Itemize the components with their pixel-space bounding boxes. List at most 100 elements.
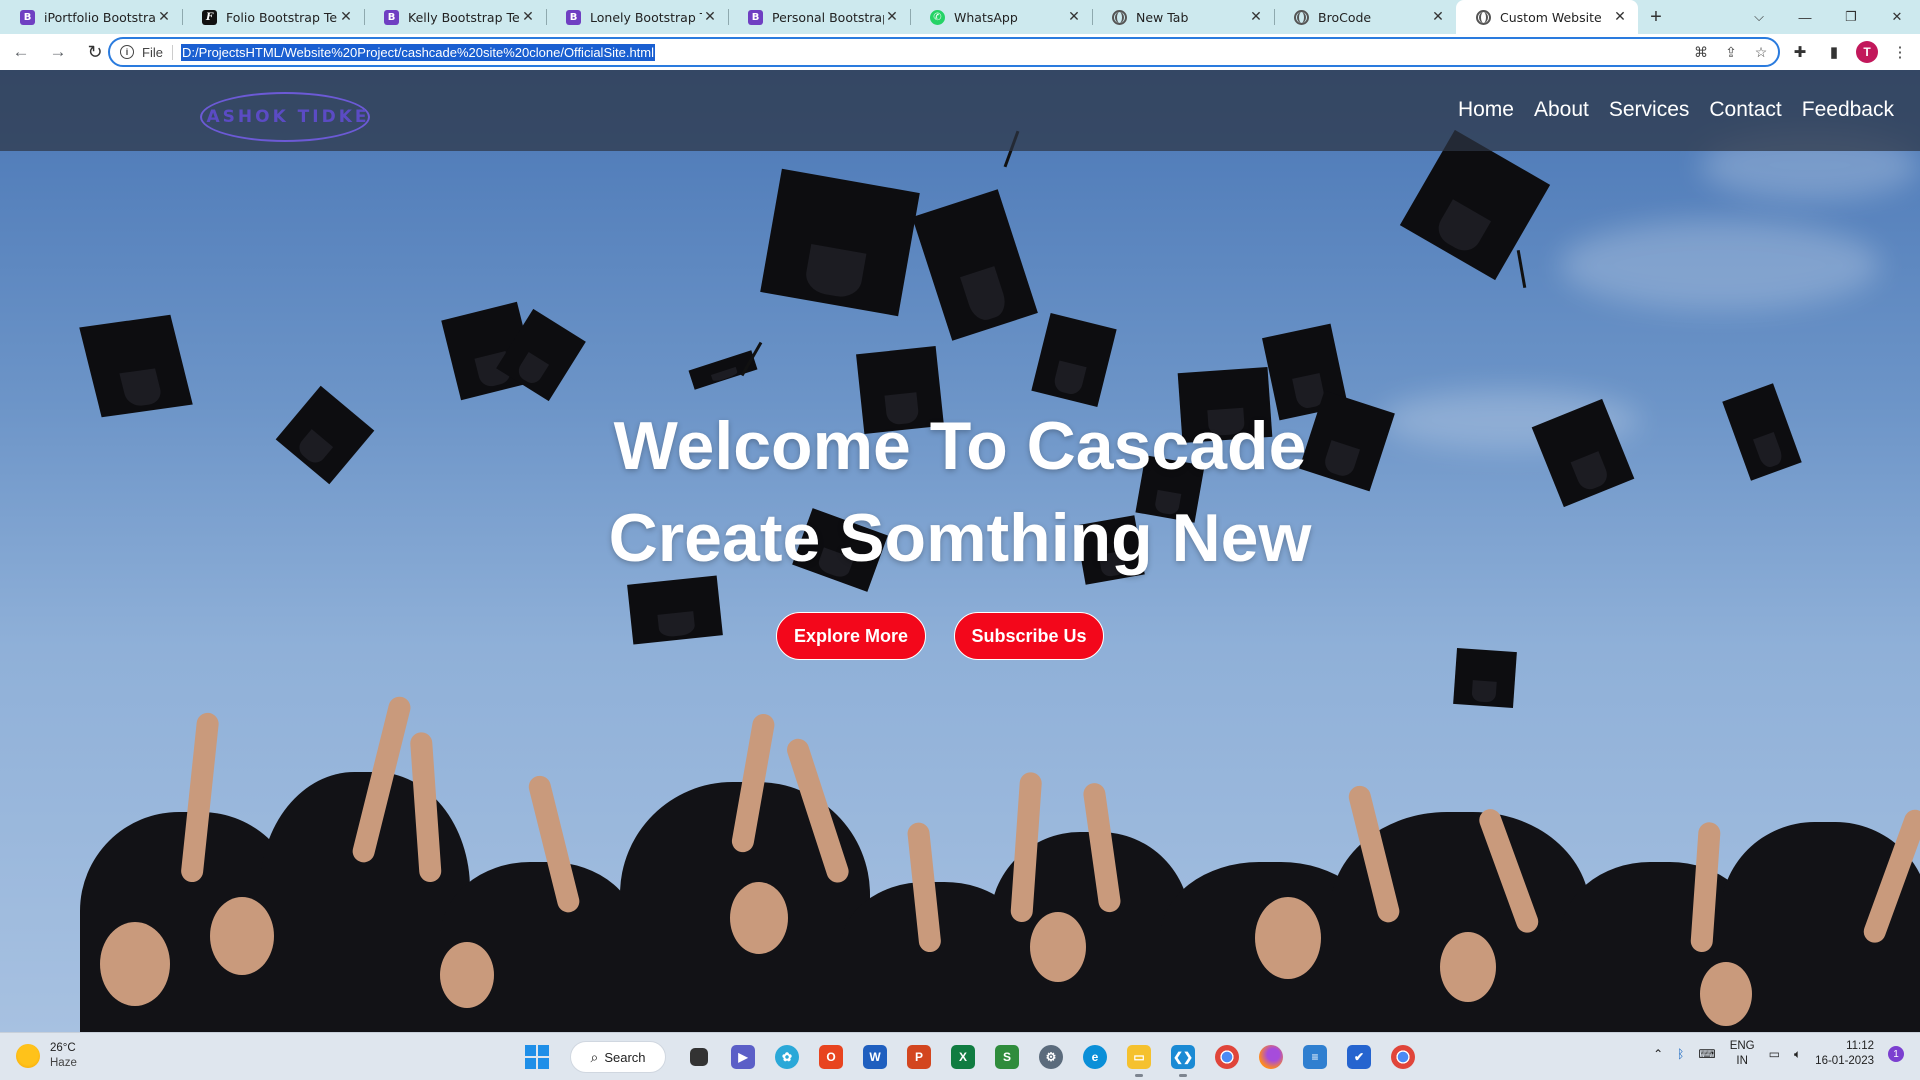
sublime-button[interactable]: S [988, 1039, 1026, 1075]
explore-more-button[interactable]: Explore More [776, 612, 926, 660]
todo-icon: ✔ [1347, 1045, 1371, 1069]
settings-button[interactable]: ⚙ [1032, 1039, 1070, 1075]
browser-toolbar: ← → ↻ i File D:/ProjectsHTML/Website%20P… [0, 34, 1920, 70]
file-explorer-button[interactable]: ▭ [1120, 1039, 1158, 1077]
info-icon[interactable]: i [120, 45, 134, 59]
office-icon: O [819, 1045, 843, 1069]
new-tab-button[interactable]: + [1638, 0, 1674, 34]
clock[interactable]: 11:12 16-01-2023 [1815, 1039, 1874, 1069]
vscode-button[interactable]: ❮❯ [1164, 1039, 1202, 1077]
tab-title: Custom Website [1500, 9, 1602, 25]
nav-link-contact[interactable]: Contact [1709, 98, 1781, 122]
search-icon: ⌕ [590, 1048, 599, 1065]
nav-link-feedback[interactable]: Feedback [1802, 98, 1894, 122]
close-icon[interactable]: ✕ [884, 9, 900, 25]
language-indicator[interactable]: ENG IN [1730, 1039, 1755, 1069]
weather-widget[interactable]: 26°C Haze [16, 1041, 77, 1071]
folio-icon: F [202, 9, 217, 25]
chrome-alt-button[interactable] [1384, 1039, 1422, 1075]
word-button[interactable]: W [856, 1039, 894, 1075]
settings-icon: ⚙ [1039, 1045, 1063, 1069]
clock-time: 11:12 [1846, 1040, 1874, 1052]
address-bar[interactable]: i File D:/ProjectsHTML/Website%20Project… [108, 37, 1780, 67]
tab-title: BroCode [1318, 9, 1372, 25]
browser-tab[interactable]: BroCode ✕ [1274, 0, 1456, 34]
chevron-up-icon[interactable]: ⌃ [1653, 1047, 1663, 1061]
task-view-button[interactable] [680, 1039, 718, 1075]
teams-button[interactable]: ▶ [724, 1039, 762, 1075]
firefox-button[interactable] [1252, 1039, 1290, 1075]
browser-tab[interactable]: ✆ WhatsApp ✕ [910, 0, 1092, 34]
hero-heading: Welcome To Cascade Create Somthing New [0, 400, 1920, 584]
language-code: ENG [1729, 1040, 1755, 1052]
close-icon[interactable]: ✕ [1612, 9, 1628, 25]
minimize-button[interactable]: — [1782, 0, 1828, 34]
scheme-label: File [142, 44, 173, 60]
close-icon[interactable]: ✕ [1066, 9, 1082, 25]
tab-title: iPortfolio Bootstrap Te [44, 9, 156, 25]
close-icon[interactable]: ✕ [1430, 9, 1446, 25]
graduates-crowd [0, 672, 1920, 1032]
close-icon[interactable]: ✕ [520, 9, 536, 25]
site-navbar: ASHOK TIDKE Home About Services Contact … [0, 70, 1920, 151]
notification-badge[interactable]: 1 [1888, 1046, 1904, 1062]
vscode-icon: ❮❯ [1171, 1045, 1195, 1069]
bluetooth-icon[interactable]: ᛒ [1677, 1047, 1684, 1061]
site-logo[interactable]: ASHOK TIDKE [170, 92, 406, 142]
browser-tab[interactable]: B Personal Bootstrap Te✕ [728, 0, 910, 34]
back-button[interactable]: ← [5, 36, 37, 68]
share-icon[interactable]: ⇪ [1722, 43, 1740, 61]
close-icon[interactable]: ✕ [1248, 9, 1264, 25]
browser-tab-strip: BiPortfolio Bootstrap Te✕ FFolio Bootstr… [0, 0, 1920, 34]
reload-button[interactable]: ↻ [79, 36, 111, 68]
edge-button[interactable]: e [1076, 1039, 1114, 1075]
browser-tab[interactable]: F Folio Bootstrap Templ✕ [182, 0, 364, 34]
excel-button[interactable]: X [944, 1039, 982, 1075]
start-button[interactable] [518, 1039, 556, 1075]
todo-button[interactable]: ✔ [1340, 1039, 1378, 1075]
browser-tab[interactable]: B Kelly Bootstrap Templ✕ [364, 0, 546, 34]
chrome-alt-icon [1391, 1045, 1415, 1069]
nav-link-home[interactable]: Home [1458, 98, 1514, 122]
tab-title: WhatsApp [954, 9, 1018, 25]
whatsapp-icon: ✆ [930, 9, 945, 25]
omnibox-actions: ⌘ ⇪ ☆ [1692, 43, 1770, 61]
close-icon[interactable]: ✕ [156, 9, 172, 25]
chrome-icon [1215, 1045, 1239, 1069]
powerpoint-button[interactable]: P [900, 1039, 938, 1075]
bookmark-star-icon[interactable]: ☆ [1752, 43, 1770, 61]
url-text[interactable]: D:/ProjectsHTML/Website%20Project/cashca… [180, 43, 656, 61]
forward-button[interactable]: → [42, 36, 74, 68]
volume-icon[interactable]: 🔈︎ [1794, 1047, 1801, 1062]
chrome-button[interactable] [1208, 1039, 1246, 1075]
close-icon[interactable]: ✕ [702, 9, 718, 25]
notepad-button[interactable]: ≡ [1296, 1039, 1334, 1075]
extensions-icon[interactable]: ✚ [1788, 40, 1812, 64]
tab-title: New Tab [1136, 9, 1189, 25]
browser-tab[interactable]: BiPortfolio Bootstrap Te✕ [0, 0, 182, 34]
restore-button[interactable]: ❐ [1828, 0, 1874, 34]
taskbar-search[interactable]: ⌕ Search [570, 1041, 666, 1073]
windows-logo-icon [525, 1045, 549, 1069]
close-icon[interactable]: ✕ [338, 9, 354, 25]
bootstrap-icon: B [748, 9, 763, 25]
chevron-down-icon[interactable]: ⌵ [1736, 0, 1782, 34]
translate-icon[interactable]: ⌘ [1692, 43, 1710, 61]
browser-tab[interactable]: B Lonely Bootstrap Tem✕ [546, 0, 728, 34]
keyboard-icon[interactable]: ⌨ [1698, 1047, 1715, 1061]
side-panel-icon[interactable]: ▮ [1822, 40, 1846, 64]
subscribe-us-button[interactable]: Subscribe Us [954, 612, 1104, 660]
bootstrap-icon: B [566, 9, 581, 25]
profile-avatar[interactable]: T [1856, 41, 1878, 63]
widgets-button[interactable]: ✿ [768, 1039, 806, 1075]
office-button[interactable]: O [812, 1039, 850, 1075]
search-label: Search [604, 1049, 646, 1065]
hero-buttons: Explore More Subscribe Us [0, 612, 1900, 660]
nav-link-about[interactable]: About [1534, 98, 1589, 122]
menu-kebab-icon[interactable]: ⋮ [1888, 40, 1912, 64]
browser-tab[interactable]: New Tab ✕ [1092, 0, 1274, 34]
browser-tab-active[interactable]: Custom Website ✕ [1456, 0, 1638, 34]
network-icon[interactable]: ▭ [1769, 1047, 1780, 1061]
close-window-button[interactable]: ✕ [1874, 0, 1920, 34]
nav-link-services[interactable]: Services [1609, 98, 1690, 122]
